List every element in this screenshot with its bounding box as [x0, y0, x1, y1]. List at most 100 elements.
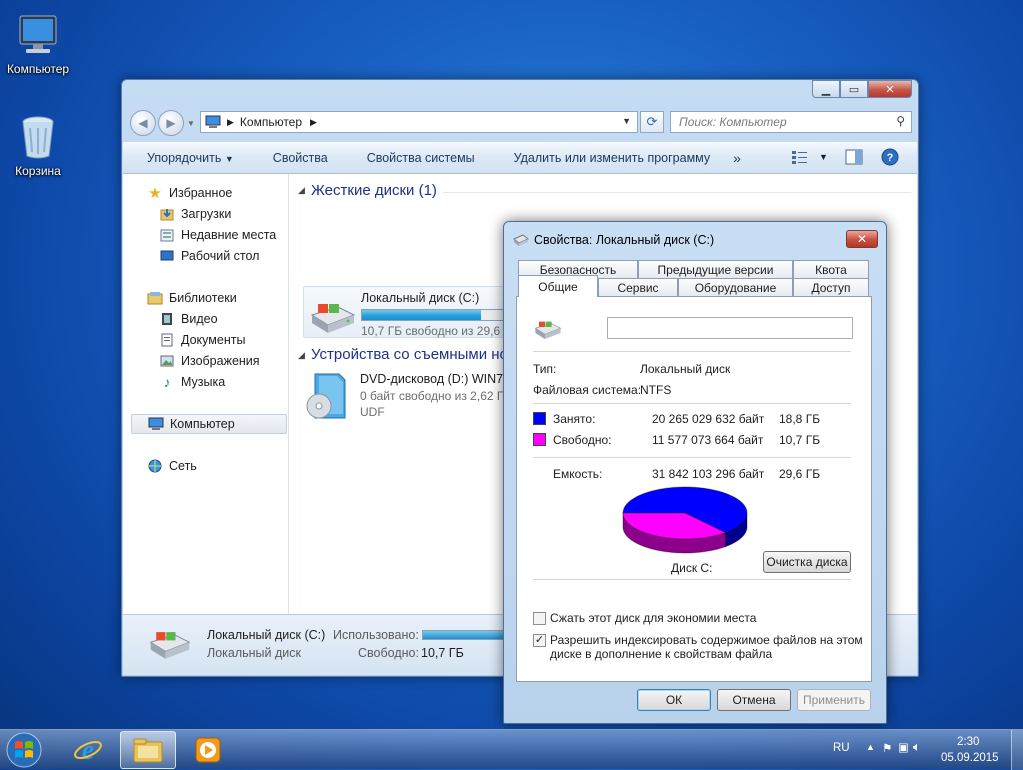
- nav-computer[interactable]: Компьютер: [131, 414, 287, 434]
- nav-desktop[interactable]: Рабочий стол: [159, 246, 259, 266]
- dialog-close-button[interactable]: ✕: [846, 230, 878, 248]
- close-button[interactable]: ✕: [868, 80, 912, 98]
- drive-c-usage-fill: [362, 310, 482, 320]
- help-button[interactable]: ?: [881, 148, 899, 169]
- desktop-icon-label: Корзина: [15, 164, 61, 178]
- maximize-button[interactable]: ▭: [840, 80, 868, 98]
- search-input[interactable]: Поиск: Компьютер ⚲: [670, 111, 912, 133]
- refresh-icon: ⟳: [646, 114, 658, 129]
- desktop-icon-recycle-bin[interactable]: Корзина: [0, 114, 76, 178]
- cancel-button[interactable]: Отмена: [717, 689, 791, 711]
- nav-music[interactable]: ♪ Музыка: [159, 372, 226, 392]
- more-commands-button[interactable]: »: [725, 150, 756, 166]
- language-indicator[interactable]: RU: [833, 742, 850, 754]
- show-desktop-button[interactable]: [1011, 730, 1023, 770]
- nav-label: Избранное: [169, 186, 233, 200]
- breadcrumb-computer[interactable]: Компьютер: [240, 115, 302, 129]
- chevron-down-icon: ▼: [224, 153, 234, 164]
- index-checkbox[interactable]: ✓: [533, 634, 546, 647]
- back-button[interactable]: ◀: [130, 110, 156, 136]
- breadcrumb-separator-icon[interactable]: ▶: [310, 117, 317, 128]
- compress-label[interactable]: Сжать этот диск для экономии места: [550, 611, 756, 625]
- free-label: Свободно:: [553, 433, 612, 447]
- ok-button[interactable]: ОК: [637, 689, 711, 711]
- pictures-library-icon: [159, 353, 175, 369]
- dvd-drive-tile[interactable]: DVD-дисковод (D:) WIN7U 0 байт свободно …: [303, 366, 513, 424]
- tab-tools[interactable]: Сервис: [598, 278, 678, 297]
- start-button[interactable]: [4, 731, 44, 769]
- action-center-flag-icon[interactable]: ⚑: [882, 741, 892, 755]
- free-bytes: 11 577 073 664 байт: [652, 433, 764, 447]
- type-label: Тип:: [533, 362, 557, 376]
- nav-video[interactable]: Видео: [159, 309, 218, 329]
- used-bytes: 20 265 029 632 байт: [652, 412, 765, 426]
- uninstall-program-button[interactable]: Удалить или изменить программу: [490, 151, 726, 165]
- nav-downloads[interactable]: Загрузки: [159, 204, 231, 224]
- minimize-icon: ▁: [821, 83, 831, 96]
- tab-hardware[interactable]: Оборудование: [678, 278, 793, 297]
- downloads-folder-icon: [159, 206, 175, 222]
- tab-general[interactable]: Общие: [518, 275, 598, 297]
- search-icon[interactable]: ⚲: [896, 114, 905, 128]
- preview-pane-button[interactable]: [845, 149, 863, 168]
- nav-favorites[interactable]: ★ Избранное: [147, 183, 232, 203]
- nav-network[interactable]: Сеть: [147, 456, 197, 476]
- hard-drive-icon: [534, 321, 562, 339]
- refresh-button[interactable]: ⟳: [640, 111, 664, 133]
- index-label-continued[interactable]: диске в дополнение к свойствам файла: [550, 647, 772, 661]
- address-dropdown-icon[interactable]: ▼: [622, 116, 631, 126]
- used-space-swatch: [533, 412, 546, 425]
- forward-button[interactable]: ▶: [158, 110, 184, 136]
- desktop-icon-computer[interactable]: Компьютер: [0, 14, 76, 76]
- breadcrumb-separator-icon[interactable]: ▶: [227, 117, 234, 128]
- media-player-icon: [195, 737, 221, 763]
- desktop-icon-label: Компьютер: [6, 62, 70, 76]
- nav-images[interactable]: Изображения: [159, 351, 260, 371]
- group-header-removable[interactable]: Устройства со съемными но: [311, 346, 508, 363]
- nav-label: Библиотеки: [169, 291, 237, 305]
- recent-places-icon: [159, 227, 175, 243]
- taskbar-media-player[interactable]: [180, 731, 236, 769]
- compress-checkbox[interactable]: [533, 612, 546, 625]
- network-tray-icon[interactable]: ▣: [898, 740, 909, 754]
- view-options-button[interactable]: ▼: [791, 149, 828, 165]
- system-properties-button[interactable]: Свойства системы: [343, 151, 490, 165]
- network-icon: [147, 458, 163, 474]
- nav-documents[interactable]: Документы: [159, 330, 245, 350]
- volume-icon[interactable]: 🔈︎: [913, 739, 921, 755]
- collapse-arrow-icon[interactable]: ◢: [298, 185, 305, 196]
- taskbar: e RU ▲ ⚑ ▣ 🔈︎ 2:30 05.09.2015: [0, 729, 1023, 770]
- index-label[interactable]: Разрешить индексировать содержимое файло…: [550, 633, 863, 647]
- address-bar[interactable]: ▶ Компьютер ▶ ▼: [200, 111, 638, 133]
- disk-cleanup-button[interactable]: Очистка диска: [763, 551, 851, 573]
- minimize-button[interactable]: ▁: [812, 80, 840, 98]
- taskbar-explorer[interactable]: [120, 731, 176, 769]
- taskbar-internet-explorer[interactable]: e: [60, 731, 116, 769]
- nav-label: Документы: [181, 333, 246, 347]
- clock-time[interactable]: 2:30: [957, 736, 979, 748]
- group-divider: [443, 192, 911, 193]
- clock-date[interactable]: 05.09.2015: [941, 752, 999, 764]
- nav-libraries[interactable]: Библиотеки: [147, 288, 237, 308]
- maximize-icon: ▭: [848, 83, 860, 96]
- organize-button[interactable]: Упорядочить ▼: [123, 151, 249, 165]
- properties-button[interactable]: Свойства: [249, 151, 343, 165]
- dialog-title: Свойства: Локальный диск (C:): [534, 233, 715, 247]
- drive-label-input[interactable]: [607, 317, 853, 339]
- apply-button[interactable]: Применить: [797, 689, 871, 711]
- history-dropdown-icon[interactable]: ▼: [187, 119, 195, 128]
- tab-previous-versions[interactable]: Предыдущие версии: [638, 260, 793, 279]
- tab-quota[interactable]: Квота: [793, 260, 869, 279]
- tab-sharing[interactable]: Доступ: [793, 278, 869, 297]
- free-gb: 10,7 ГБ: [779, 433, 821, 447]
- tray-expand-icon[interactable]: ▲: [866, 742, 875, 752]
- collapse-arrow-icon[interactable]: ◢: [298, 350, 305, 361]
- general-tab-panel: Тип: Локальный диск Файловая система: NT…: [516, 296, 872, 682]
- hard-drive-icon: [310, 304, 356, 333]
- properties-dialog: Свойства: Локальный диск (C:) ✕ Безопасн…: [503, 221, 887, 724]
- command-bar: Упорядочить ▼ Свойства Свойства системы …: [123, 142, 917, 174]
- group-header-hard-drives[interactable]: Жесткие диски (1): [311, 182, 437, 199]
- nav-recent-places[interactable]: Недавние места: [159, 225, 276, 245]
- music-library-icon: ♪: [163, 374, 171, 390]
- computer-icon: [148, 416, 164, 432]
